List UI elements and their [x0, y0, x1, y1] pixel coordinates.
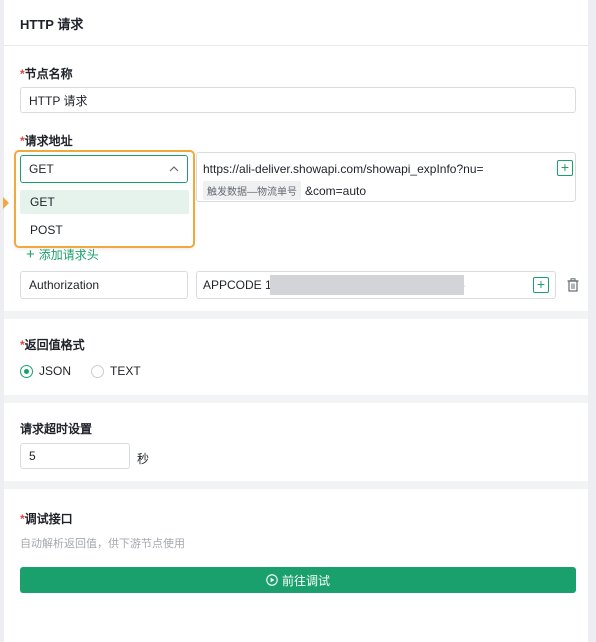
request-url-input[interactable]: https://ali-deliver.showapi.com/showapi_…	[196, 152, 576, 202]
section-divider	[4, 481, 588, 489]
node-name-label: *节点名称	[20, 65, 73, 82]
return-format-label-text: 返回值格式	[24, 338, 85, 352]
pointer-arrow-icon	[3, 197, 9, 209]
play-circle-icon	[266, 574, 278, 586]
section-divider	[4, 311, 588, 319]
go-debug-button[interactable]: 前往调试	[20, 567, 576, 593]
radio-json-label: JSON	[39, 364, 72, 378]
radio-text[interactable]: TEXT	[91, 364, 141, 378]
add-header-button[interactable]: + 添加请求头	[26, 246, 99, 263]
debug-label: *调试接口	[20, 510, 73, 527]
debug-label-text: 调试接口	[24, 512, 73, 526]
variable-tag[interactable]: 触发数据—物流单号	[203, 181, 301, 200]
section-divider	[4, 395, 588, 403]
url-line-2: 触发数据—物流单号 &com=auto	[203, 181, 366, 200]
trash-icon[interactable]	[567, 278, 579, 292]
url-prefix: https://ali-deliver.showapi.com/showapi_…	[203, 162, 484, 176]
add-header-label: 添加请求头	[38, 248, 99, 262]
plus-icon: +	[26, 245, 35, 263]
timeout-value: 5	[29, 449, 36, 463]
method-select[interactable]: GET	[20, 155, 188, 183]
header-value-prefix: APPCODE 1	[203, 278, 272, 292]
node-name-label-text: 节点名称	[24, 67, 73, 81]
panel-title: HTTP 请求	[20, 17, 84, 32]
timeout-unit: 秒	[137, 452, 150, 466]
radio-text-label: TEXT	[110, 364, 141, 378]
request-url-label-text: 请求地址	[24, 134, 73, 148]
timeout-input[interactable]: 5	[20, 443, 130, 469]
node-config-panel: HTTP 请求 *节点名称 HTTP 请求 *请求地址 GET https://…	[3, 0, 588, 642]
timeout-label: 请求超时设置	[20, 422, 93, 436]
node-name-value: HTTP 请求	[29, 93, 88, 108]
request-url-label: *请求地址	[20, 132, 73, 149]
debug-hint: 自动解析返回值，供下游节点使用	[20, 538, 185, 550]
header-insert-plus-icon[interactable]: +	[533, 277, 549, 293]
method-dropdown: GET POST	[16, 186, 193, 246]
insert-variable-plus-icon[interactable]: +	[557, 160, 573, 176]
url-suffix: &com=auto	[305, 183, 367, 198]
header-key-input[interactable]: Authorization	[20, 271, 188, 299]
method-option-post[interactable]: POST	[20, 218, 189, 242]
radio-checked-icon	[20, 364, 33, 378]
method-selected-value: GET	[29, 162, 54, 176]
node-name-input[interactable]: HTTP 请求	[20, 87, 576, 113]
return-format-label: *返回值格式	[20, 336, 85, 353]
chevron-up-icon	[169, 166, 179, 172]
redacted-value	[270, 275, 464, 295]
method-option-get[interactable]: GET	[20, 190, 189, 214]
scrollbar-track[interactable]	[588, 0, 596, 642]
radio-json[interactable]: JSON	[20, 364, 71, 378]
header-key-value: Authorization	[29, 278, 100, 292]
panel-header: HTTP 请求	[4, 0, 588, 46]
go-debug-label: 前往调试	[281, 573, 330, 588]
radio-unchecked-icon	[91, 364, 104, 378]
